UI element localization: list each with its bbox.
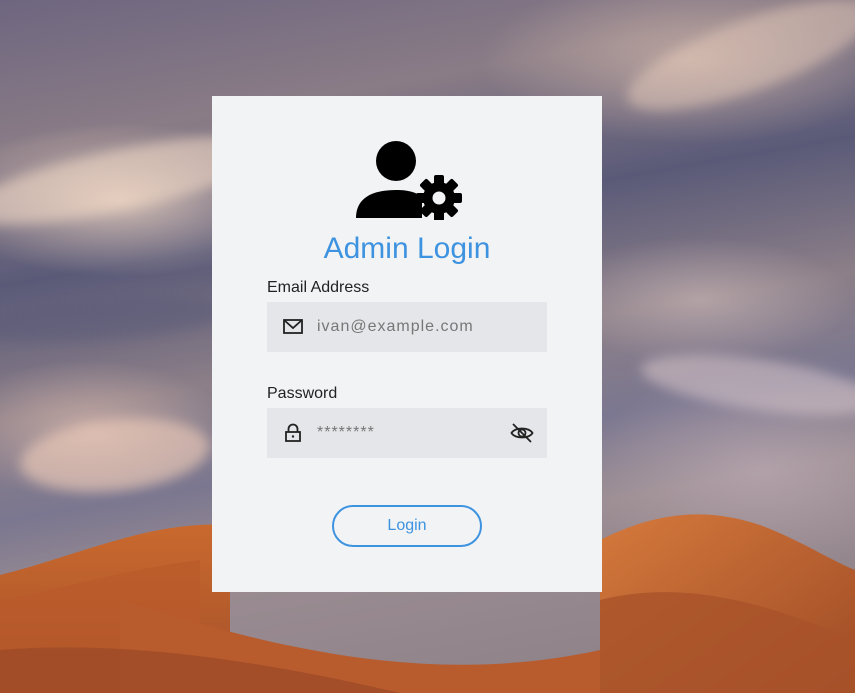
login-button[interactable]: Login bbox=[332, 505, 482, 547]
password-input[interactable] bbox=[317, 408, 497, 458]
page-title: Admin Login bbox=[323, 232, 491, 265]
password-label: Password bbox=[267, 385, 338, 402]
envelope-icon bbox=[283, 319, 303, 334]
email-label: Email Address bbox=[267, 279, 370, 296]
email-field-container bbox=[267, 302, 547, 352]
login-card: Admin Login Email Address Password Lo bbox=[212, 96, 602, 592]
eye-slash-icon[interactable] bbox=[509, 420, 535, 446]
user-gear-icon bbox=[356, 141, 462, 220]
background-scene: Admin Login Email Address Password Lo bbox=[0, 0, 855, 693]
email-input[interactable] bbox=[317, 302, 497, 352]
lock-icon bbox=[285, 423, 301, 442]
password-field-container bbox=[267, 408, 547, 458]
